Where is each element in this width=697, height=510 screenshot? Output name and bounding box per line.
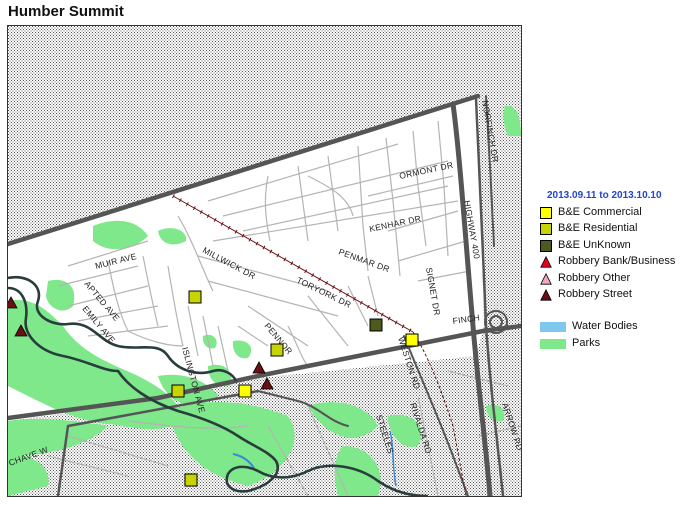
park-swatch bbox=[540, 338, 566, 349]
legend-label: Parks bbox=[572, 336, 601, 349]
square-icon bbox=[540, 207, 552, 219]
incident-be-residential[interactable] bbox=[184, 473, 198, 487]
incident-be-residential[interactable] bbox=[188, 290, 202, 304]
triangle-icon bbox=[540, 288, 552, 301]
water-swatch bbox=[540, 322, 566, 333]
legend-item-robbery-bank: Robbery Bank/Business bbox=[538, 254, 697, 270]
square-icon bbox=[540, 239, 552, 252]
legend-item-be-residential: B&E Residential bbox=[538, 221, 697, 237]
legend-item-robbery-street: Robbery Street bbox=[538, 287, 697, 303]
legend-label: B&E Residential bbox=[558, 222, 638, 235]
triangle-icon bbox=[540, 256, 552, 268]
legend-label: B&E Commercial bbox=[558, 206, 642, 218]
legend-item-be-unknown: B&E UnKnown bbox=[538, 238, 697, 254]
page-title: Humber Summit bbox=[8, 3, 124, 20]
incident-be-residential[interactable] bbox=[171, 384, 185, 398]
triangle-icon bbox=[540, 272, 552, 285]
legend-date-range: 2013.09.11 to 2013.10.10 bbox=[547, 190, 662, 201]
legend-label: Robbery Bank/Business bbox=[558, 255, 676, 268]
legend-label: B&E UnKnown bbox=[558, 238, 631, 251]
legend-label: Robbery Street bbox=[558, 287, 632, 300]
legend-item-water-bodies: Water Bodies bbox=[538, 319, 697, 335]
crime-map[interactable]: ORMONT DR KENHAR DR PENMAR DR SIGNET DR … bbox=[7, 25, 522, 497]
square-icon bbox=[540, 223, 552, 236]
map-legend: 2013.09.11 to 2013.10.10 B&E Commercial … bbox=[538, 190, 697, 352]
incident-be-unknown[interactable] bbox=[369, 318, 383, 332]
legend-item-be-commercial: B&E Commercial bbox=[538, 205, 697, 221]
incident-be-commercial[interactable] bbox=[405, 333, 419, 347]
legend-item-robbery-other: Robbery Other bbox=[538, 271, 697, 287]
legend-label: Robbery Other bbox=[558, 271, 631, 284]
incident-be-residential[interactable] bbox=[270, 343, 284, 357]
legend-item-parks: Parks bbox=[538, 336, 697, 352]
incident-be-commercial[interactable] bbox=[238, 384, 252, 398]
legend-label: Water Bodies bbox=[572, 320, 638, 333]
